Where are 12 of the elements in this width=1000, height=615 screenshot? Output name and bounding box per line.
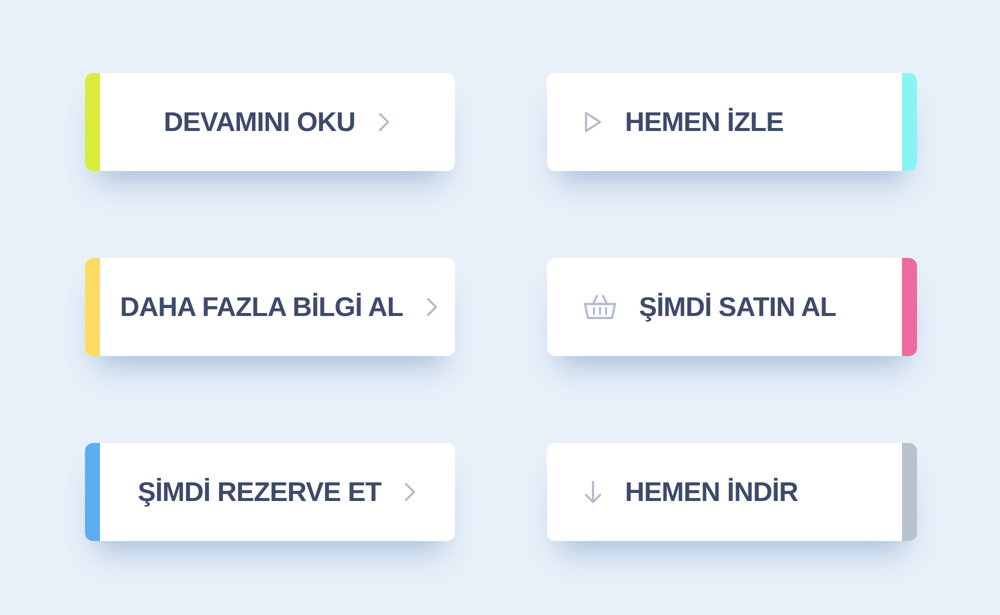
call-to-action-button[interactable]: HEMEN İZLE [547,73,917,171]
call-to-action-button[interactable]: DAHA FAZLA BİLGİ AL [85,258,455,356]
download-arrow-icon [583,480,603,504]
call-to-action-button[interactable]: ŞİMDİ SATIN AL [547,258,917,356]
chevron-right-icon [403,482,418,502]
chevron-right-icon [424,297,439,317]
basket-icon [583,294,617,320]
play-icon [583,111,603,133]
call-to-action-button[interactable]: HEMEN İNDİR [547,443,917,541]
call-to-action-button[interactable]: DEVAMINI OKU [85,73,455,171]
call-to-action-button[interactable]: ŞİMDİ REZERVE ET [85,443,455,541]
chevron-right-icon [377,112,392,132]
